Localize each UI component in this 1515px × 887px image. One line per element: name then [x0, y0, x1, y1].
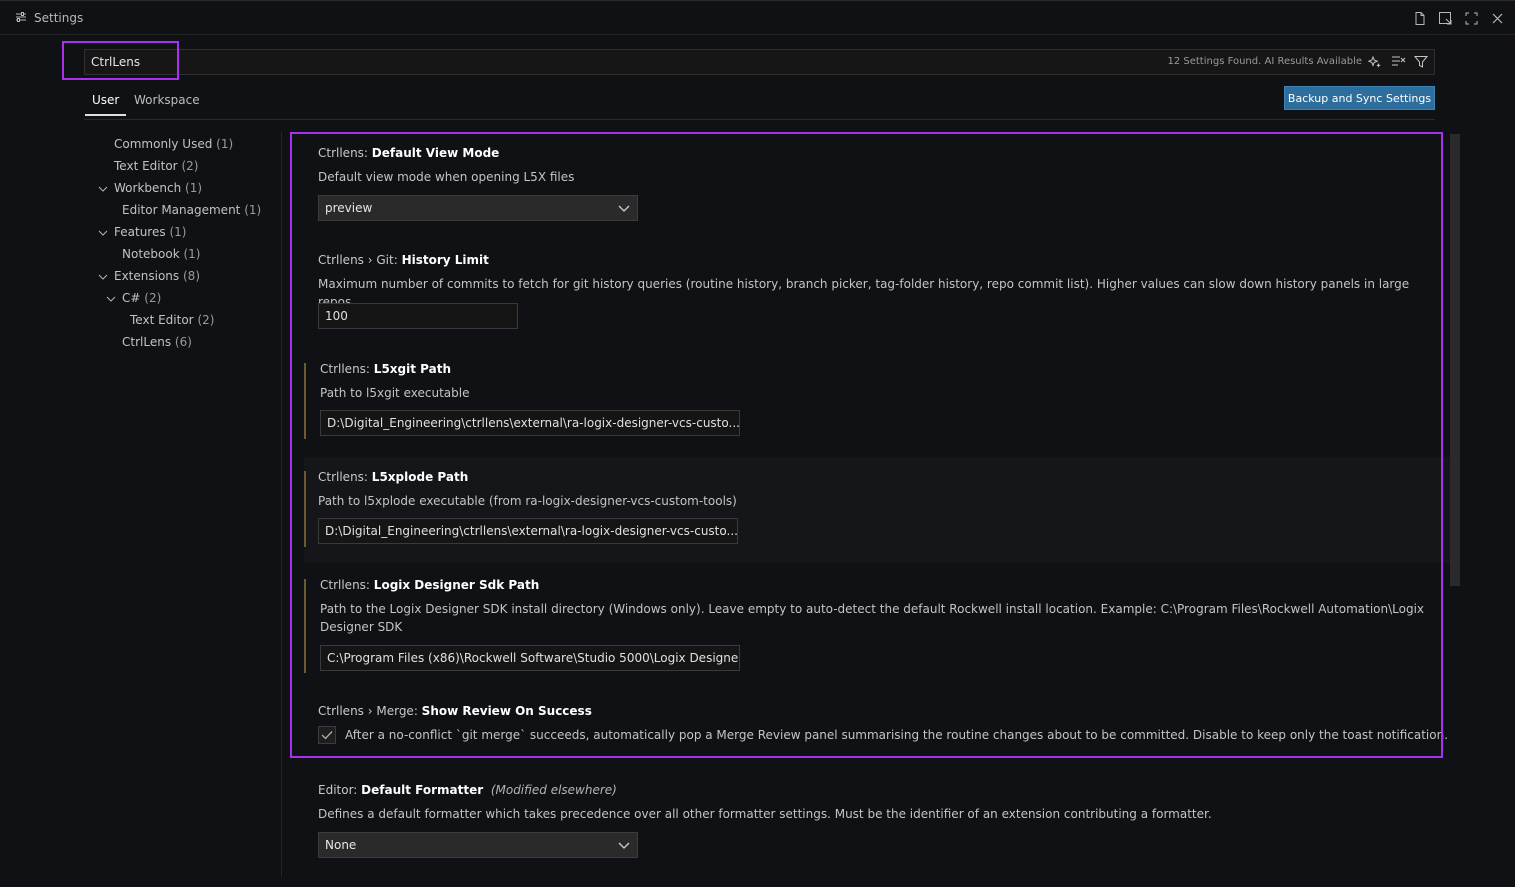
toc-item-extensions[interactable]: Extensions (8): [114, 269, 200, 283]
window-title: Settings: [34, 11, 84, 25]
setting-l5xplode-path: Ctrllens: L5xplode Path Path to l5xplode…: [304, 457, 1450, 563]
chevron-down-icon[interactable]: [98, 272, 108, 282]
modified-indicator: [304, 471, 306, 547]
settings-titlebar: Settings: [0, 1, 1515, 35]
setting-title: Ctrllens: Logix Designer Sdk Path: [320, 578, 540, 592]
tab-workspace[interactable]: Workspace: [127, 93, 207, 114]
search-input[interactable]: [85, 50, 791, 74]
setting-title: Editor: Default Formatter (Modified else…: [318, 783, 617, 797]
setting-description: Path to l5xplode executable (from ra-log…: [318, 494, 737, 508]
search-result-count: 12 Settings Found. AI Results Available: [1167, 56, 1362, 67]
settings-scrollbar[interactable]: [1450, 134, 1460, 586]
search-box: 12 Settings Found. AI Results Available: [84, 49, 1435, 75]
toc-item-commonly-used[interactable]: Commonly Used (1): [114, 137, 233, 151]
default-view-mode-select[interactable]: preview: [318, 195, 638, 221]
default-formatter-select[interactable]: None: [318, 832, 638, 858]
setting-description: Defines a default formatter which takes …: [318, 807, 1212, 821]
tab-user[interactable]: User: [85, 93, 127, 116]
maximize-icon[interactable]: [1462, 9, 1481, 27]
toc-item-workbench[interactable]: Workbench (1): [114, 181, 202, 195]
settings-sliders-icon: [16, 12, 26, 22]
chevron-down-icon: [618, 205, 630, 212]
setting-description: Path to the Logix Designer SDK install d…: [320, 602, 1425, 634]
show-review-checkbox[interactable]: [318, 726, 336, 744]
toc-item-csharp[interactable]: C# (2): [122, 291, 161, 305]
backup-sync-button[interactable]: Backup and Sync Settings: [1284, 86, 1435, 110]
settings-toc: Commonly Used (1) Text Editor (2) Workbe…: [84, 132, 282, 877]
l5xgit-path-input[interactable]: D:\Digital_Engineering\ctrllens\external…: [320, 410, 740, 436]
setting-description: After a no-conflict `git merge` succeeds…: [345, 728, 1449, 742]
chevron-down-icon[interactable]: [98, 184, 108, 194]
clear-filter-icon[interactable]: [1389, 53, 1407, 71]
setting-description: Default view mode when opening L5X files: [318, 170, 575, 184]
setting-l5xgit-path: Ctrllens: L5xgit Path Path to l5xgit exe…: [304, 362, 1446, 439]
setting-default-formatter: Editor: Default Formatter (Modified else…: [304, 782, 1444, 862]
setting-description: Path to l5xgit executable: [320, 386, 470, 400]
setting-show-review-on-success: Ctrllens › Merge: Show Review On Success…: [304, 702, 1448, 752]
open-settings-json-icon[interactable]: [1410, 9, 1429, 27]
settings-scope-tabs: User Workspace: [84, 90, 1435, 120]
history-limit-input[interactable]: 100: [318, 303, 518, 329]
chevron-down-icon[interactable]: [98, 228, 108, 238]
setting-title: Ctrllens › Git: History Limit: [318, 253, 489, 267]
close-icon[interactable]: [1488, 9, 1507, 27]
settings-list: Ctrllens: Default View Mode Default view…: [282, 132, 1450, 877]
chevron-down-icon: [618, 842, 630, 849]
toc-item-ctrllens[interactable]: CtrlLens (6): [122, 335, 192, 349]
setting-title: Ctrllens › Merge: Show Review On Success: [318, 704, 592, 718]
toc-item-editor-management[interactable]: Editor Management (1): [122, 203, 261, 217]
setting-logix-designer-sdk-path: Ctrllens: Logix Designer Sdk Path Path t…: [304, 578, 1446, 673]
toc-item-features[interactable]: Features (1): [114, 225, 186, 239]
setting-title: Ctrllens: L5xplode Path: [318, 470, 469, 484]
checkmark-icon: [321, 731, 333, 740]
logix-designer-sdk-path-input[interactable]: C:\Program Files (x86)\Rockwell Software…: [320, 645, 740, 671]
toc-item-text-editor[interactable]: Text Editor (2): [114, 159, 198, 173]
toc-item-notebook[interactable]: Notebook (1): [122, 247, 200, 261]
setting-default-view-mode: Ctrllens: Default View Mode Default view…: [304, 140, 1444, 238]
l5xplode-path-input[interactable]: D:\Digital_Engineering\ctrllens\external…: [318, 518, 738, 544]
ai-sparkle-icon[interactable]: [1366, 53, 1384, 71]
chevron-down-icon[interactable]: [106, 294, 116, 304]
filter-icon[interactable]: [1412, 53, 1430, 71]
setting-history-limit: Ctrllens › Git: History Limit Maximum nu…: [304, 247, 1444, 347]
toc-item-csharp-text-editor[interactable]: Text Editor (2): [130, 313, 214, 327]
split-editor-icon[interactable]: [1436, 9, 1455, 27]
setting-title: Ctrllens: L5xgit Path: [320, 362, 451, 376]
setting-title: Ctrllens: Default View Mode: [318, 146, 500, 160]
modified-elsewhere-note[interactable]: (Modified elsewhere): [491, 783, 617, 797]
